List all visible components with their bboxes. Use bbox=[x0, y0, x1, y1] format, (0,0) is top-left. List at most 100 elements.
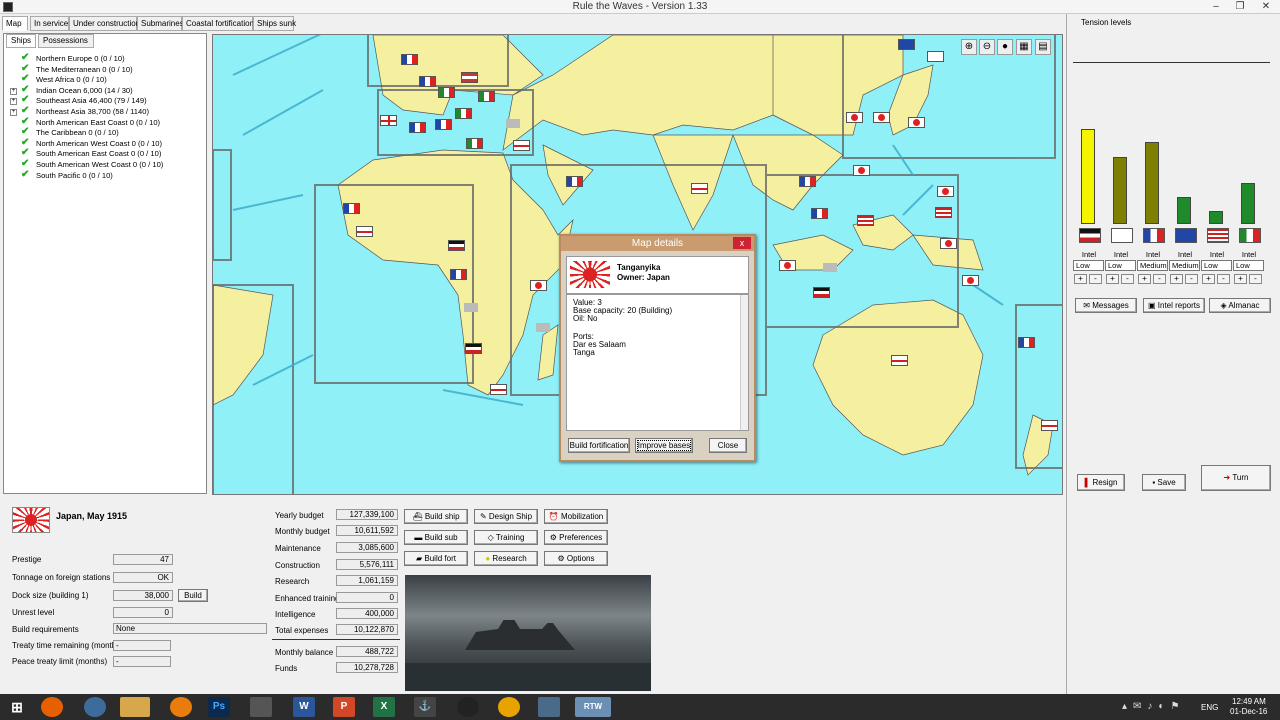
tab-map[interactable]: Map bbox=[2, 16, 28, 31]
flag-japan-icon[interactable] bbox=[846, 112, 863, 123]
intel-decrease-button[interactable]: - bbox=[1121, 274, 1134, 284]
build-sub-button[interactable]: ▬ Build sub bbox=[404, 530, 468, 545]
intel-increase-button[interactable]: + bbox=[1106, 274, 1119, 284]
expand-icon[interactable]: + bbox=[10, 108, 17, 116]
flag-france-icon[interactable] bbox=[566, 176, 583, 187]
flag-italy-icon[interactable] bbox=[438, 87, 455, 98]
expand-icon[interactable]: + bbox=[10, 87, 17, 95]
expand-icon[interactable]: + bbox=[10, 98, 17, 106]
region-row[interactable]: + ✔ Northeast Asia 38,700 (58 / 1140) bbox=[10, 105, 205, 118]
build-fortification-button[interactable]: Build fortification bbox=[568, 438, 630, 453]
flag-france-icon[interactable] bbox=[450, 269, 467, 280]
flag-britain-icon[interactable] bbox=[490, 384, 507, 395]
intel-effort-value[interactable]: Low bbox=[1233, 260, 1264, 271]
region-row[interactable]: ✔ North American East Coast 0 (0 / 10) bbox=[10, 116, 205, 129]
region-row[interactable]: ✔ North American West Coast 0 (0 / 10) bbox=[10, 137, 205, 150]
region-row[interactable]: ✔ South Pacific 0 (0 / 10) bbox=[10, 169, 205, 182]
messenger-icon[interactable] bbox=[84, 697, 106, 717]
flag-russia-icon[interactable] bbox=[927, 51, 944, 62]
region-row[interactable]: ✔ Northern Europe 0 (0 / 10) bbox=[10, 52, 205, 65]
flag-italy-icon[interactable] bbox=[466, 138, 483, 149]
steam-icon[interactable] bbox=[457, 697, 479, 717]
flag-austria-icon[interactable] bbox=[461, 72, 478, 83]
intel-increase-button[interactable]: + bbox=[1170, 274, 1183, 284]
region-row[interactable]: + ✔ Indian Ocean 6,000 (14 / 30) bbox=[10, 84, 205, 97]
region-row[interactable]: ✔ West Africa 0 (0 / 10) bbox=[10, 74, 205, 86]
intel-effort-value[interactable]: Low bbox=[1073, 260, 1104, 271]
flag-france-icon[interactable] bbox=[419, 76, 436, 87]
flag-usa-icon[interactable] bbox=[935, 207, 952, 218]
subtab-possessions[interactable]: Possessions bbox=[38, 34, 94, 48]
flag-italy-icon[interactable] bbox=[478, 91, 495, 102]
region-row[interactable]: ✔ South American East Coast 0 (0 / 10) bbox=[10, 148, 205, 160]
flag-britain-icon[interactable] bbox=[380, 115, 397, 126]
photoshop-icon[interactable]: Ps bbox=[208, 697, 230, 717]
tab-under-construction[interactable]: Under construction bbox=[69, 16, 140, 31]
intel-decrease-button[interactable]: - bbox=[1249, 274, 1262, 284]
flag-japan-icon[interactable] bbox=[908, 117, 925, 128]
flag-france-icon[interactable] bbox=[401, 54, 418, 65]
flag-france-icon[interactable] bbox=[811, 208, 828, 219]
mobilization-button[interactable]: ⏰ Mobilization bbox=[544, 509, 608, 524]
flag-france-icon[interactable] bbox=[799, 176, 816, 187]
flag-britain-icon[interactable] bbox=[891, 355, 908, 366]
almanac-button[interactable]: ◈ Almanac bbox=[1209, 298, 1271, 313]
flag-britain-icon[interactable] bbox=[691, 183, 708, 194]
build-fort-button[interactable]: ▰ Build fort bbox=[404, 551, 468, 566]
improve-bases-button[interactable]: Improve bases bbox=[635, 438, 693, 453]
intel-increase-button[interactable]: + bbox=[1234, 274, 1247, 284]
subtab-ships[interactable]: Ships bbox=[6, 34, 36, 48]
intel-decrease-button[interactable]: - bbox=[1185, 274, 1198, 284]
restore-button[interactable]: ❐ bbox=[1228, 0, 1252, 14]
clock-time[interactable]: 12:49 AM bbox=[1232, 697, 1266, 706]
tab-submarines[interactable]: Submarines bbox=[137, 16, 184, 31]
intel-increase-button[interactable]: + bbox=[1202, 274, 1215, 284]
flag-japan-icon[interactable] bbox=[937, 186, 954, 197]
flag-france-icon[interactable] bbox=[343, 203, 360, 214]
map-layer-icon[interactable]: ▤ bbox=[1035, 39, 1051, 55]
rtw-taskbar-icon[interactable]: RTW bbox=[575, 697, 611, 717]
options-button[interactable]: ⚙ Options bbox=[544, 551, 608, 566]
window-close-button[interactable]: ✕ bbox=[1252, 0, 1280, 14]
firefox-icon[interactable] bbox=[41, 697, 63, 717]
flag-britain-icon[interactable] bbox=[356, 226, 373, 237]
minimize-button[interactable]: – bbox=[1204, 0, 1228, 14]
design-ship-button[interactable]: ✎ Design Ship bbox=[474, 509, 538, 524]
build-ship-button[interactable]: ⛴ Build ship bbox=[404, 509, 468, 524]
flag-france-icon[interactable] bbox=[435, 119, 452, 130]
zoom-out-icon[interactable]: ⊖ bbox=[979, 39, 995, 55]
dialog-close-button[interactable]: Close bbox=[709, 438, 747, 453]
screen-app-icon[interactable] bbox=[538, 697, 560, 717]
language-indicator[interactable]: ENG bbox=[1201, 703, 1218, 712]
flag-britain-icon[interactable] bbox=[513, 140, 530, 151]
intel-decrease-button[interactable]: - bbox=[1153, 274, 1166, 284]
messages-button[interactable]: ✉ Messages bbox=[1075, 298, 1137, 313]
windows-start-icon[interactable]: ⊞ bbox=[6, 697, 28, 717]
blender-icon[interactable] bbox=[170, 697, 192, 717]
oil-drop-icon[interactable]: ● bbox=[997, 39, 1013, 55]
research-button[interactable]: ● Research bbox=[474, 551, 538, 566]
info-scrollbar[interactable] bbox=[740, 295, 748, 430]
intel-decrease-button[interactable]: - bbox=[1217, 274, 1230, 284]
intel-effort-value[interactable]: Medium bbox=[1137, 260, 1168, 271]
flag-germany-icon[interactable] bbox=[448, 240, 465, 251]
zoom-in-icon[interactable]: ⊕ bbox=[961, 39, 977, 55]
build-dock-button[interactable]: Build bbox=[178, 589, 208, 602]
intel-effort-value[interactable]: Low bbox=[1201, 260, 1232, 271]
preferences-button[interactable]: ⚙ Preferences bbox=[544, 530, 608, 545]
flag-usa-icon[interactable] bbox=[857, 215, 874, 226]
flag-japan-icon[interactable] bbox=[940, 238, 957, 249]
game-app-icon[interactable] bbox=[498, 697, 520, 717]
flag-germany-icon[interactable] bbox=[813, 287, 830, 298]
intel-decrease-button[interactable]: - bbox=[1089, 274, 1102, 284]
flag-russia-icon[interactable] bbox=[898, 39, 915, 50]
flag-france-icon[interactable] bbox=[1018, 337, 1035, 348]
inkscape-icon[interactable] bbox=[250, 697, 272, 717]
flag-italy-icon[interactable] bbox=[455, 108, 472, 119]
tab-ships-sunk[interactable]: Ships sunk bbox=[253, 16, 296, 31]
tab-in-service[interactable]: In service bbox=[30, 16, 69, 31]
system-tray-icons[interactable]: ▴✉♪◐⚑ bbox=[1122, 701, 1185, 712]
region-row[interactable]: ✔ South American West Coast 0 (0 / 10) bbox=[10, 158, 205, 171]
flag-japan-icon[interactable] bbox=[779, 260, 796, 271]
intel-increase-button[interactable]: + bbox=[1074, 274, 1087, 284]
